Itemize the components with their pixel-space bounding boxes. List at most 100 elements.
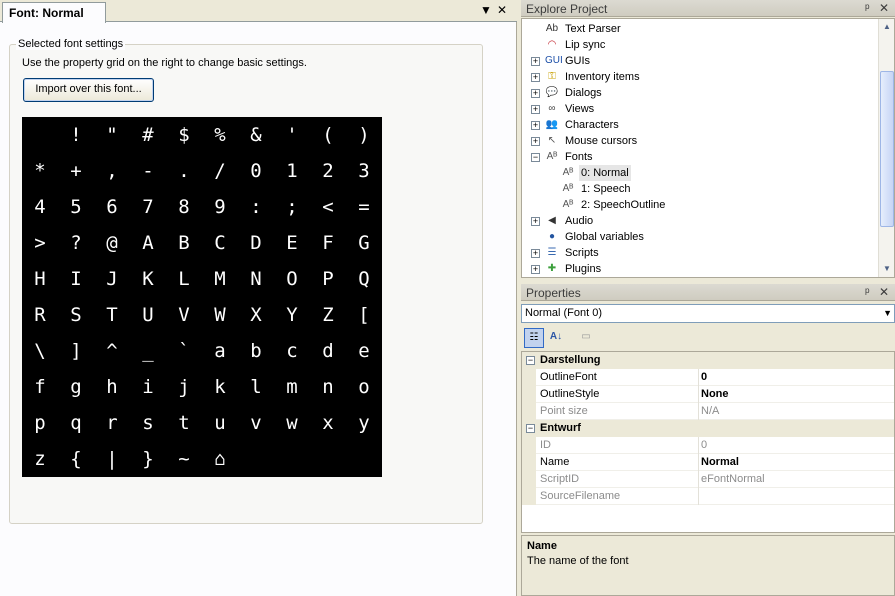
glyph-cell[interactable]: { xyxy=(58,441,94,477)
glyph-cell[interactable]: Z xyxy=(310,297,346,333)
glyph-cell[interactable]: W xyxy=(202,297,238,333)
glyph-cell[interactable]: 2 xyxy=(310,153,346,189)
tree-scrollbar[interactable]: ▲ ▼ xyxy=(878,19,894,277)
glyph-cell[interactable]: = xyxy=(346,189,382,225)
glyph-cell[interactable]: ? xyxy=(58,225,94,261)
glyph-cell[interactable]: p xyxy=(22,405,58,441)
tree-item[interactable]: + ☰ Scripts xyxy=(522,245,878,261)
glyph-cell[interactable]: ' xyxy=(274,117,310,153)
glyph-cell[interactable]: D xyxy=(238,225,274,261)
tree-item[interactable]: + ↖ Mouse cursors xyxy=(522,133,878,149)
glyph-cell[interactable]: c xyxy=(274,333,310,369)
tree-item[interactable]: Aᴮ 2: SpeechOutline xyxy=(522,197,878,213)
pin-icon[interactable]: ᵖ xyxy=(865,1,870,15)
tree-item[interactable]: ◠ Lip sync xyxy=(522,37,878,53)
glyph-cell[interactable]: H xyxy=(22,261,58,297)
alphabetical-sort-button[interactable]: A↓ xyxy=(546,328,566,348)
glyph-cell[interactable]: L xyxy=(166,261,202,297)
tab-close-icon[interactable]: ✕ xyxy=(497,4,507,16)
expand-icon[interactable]: + xyxy=(531,137,540,146)
category-entwurf[interactable]: − Entwurf xyxy=(522,420,894,437)
glyph-cell[interactable]: | xyxy=(94,441,130,477)
glyph-cell[interactable]: ; xyxy=(274,189,310,225)
object-selector-combo[interactable]: Normal (Font 0) ▼ xyxy=(521,304,895,323)
tree-item[interactable]: Aᴮ 0: Normal xyxy=(522,165,878,181)
tree-item[interactable]: + ◀ Audio xyxy=(522,213,878,229)
tree-item[interactable]: Ab Text Parser xyxy=(522,21,878,37)
expand-icon[interactable]: + xyxy=(531,105,540,114)
glyph-cell[interactable]: V xyxy=(166,297,202,333)
collapse-icon[interactable]: − xyxy=(526,356,535,365)
glyph-cell[interactable]: / xyxy=(202,153,238,189)
glyph-cell[interactable]: x xyxy=(310,405,346,441)
glyph-cell[interactable]: v xyxy=(238,405,274,441)
glyph-cell[interactable]: l xyxy=(238,369,274,405)
glyph-cell[interactable]: i xyxy=(130,369,166,405)
expand-icon[interactable]: + xyxy=(531,89,540,98)
glyph-cell[interactable]: 7 xyxy=(130,189,166,225)
glyph-cell[interactable]: 4 xyxy=(22,189,58,225)
glyph-cell[interactable]: [ xyxy=(346,297,382,333)
expand-icon[interactable]: + xyxy=(531,73,540,82)
glyph-cell[interactable]: \ xyxy=(22,333,58,369)
prop-value[interactable]: Normal xyxy=(701,454,739,471)
glyph-cell[interactable]: b xyxy=(238,333,274,369)
prop-row-id[interactable]: ID 0 xyxy=(522,437,894,454)
glyph-cell[interactable]: 1 xyxy=(274,153,310,189)
category-darstellung[interactable]: − Darstellung xyxy=(522,352,894,369)
tree-item[interactable]: + ∞ Views xyxy=(522,101,878,117)
glyph-cell[interactable]: K xyxy=(130,261,166,297)
tab-dropdown-icon[interactable]: ▼ xyxy=(480,4,492,16)
glyph-cell[interactable]: M xyxy=(202,261,238,297)
glyph-cell[interactable]: I xyxy=(58,261,94,297)
glyph-cell[interactable]: U xyxy=(130,297,166,333)
glyph-cell[interactable]: < xyxy=(310,189,346,225)
expand-icon[interactable]: + xyxy=(531,57,540,66)
glyph-cell[interactable]: P xyxy=(310,261,346,297)
glyph-cell[interactable]: R xyxy=(22,297,58,333)
glyph-cell[interactable]: w xyxy=(274,405,310,441)
glyph-cell[interactable]: * xyxy=(22,153,58,189)
property-pages-button[interactable]: ▭ xyxy=(576,328,596,348)
glyph-cell[interactable]: h xyxy=(94,369,130,405)
glyph-cell[interactable]: _ xyxy=(130,333,166,369)
tree-item[interactable]: ● Global variables xyxy=(522,229,878,245)
glyph-cell[interactable]: t xyxy=(166,405,202,441)
glyph-cell[interactable]: J xyxy=(94,261,130,297)
tree-item[interactable]: + GUI GUIs xyxy=(522,53,878,69)
glyph-cell[interactable]: S xyxy=(58,297,94,333)
glyph-cell[interactable]: # xyxy=(130,117,166,153)
tree-item[interactable]: Aᴮ 1: Speech xyxy=(522,181,878,197)
glyph-cell[interactable]: " xyxy=(94,117,130,153)
glyph-cell[interactable]: z xyxy=(22,441,58,477)
prop-value[interactable]: None xyxy=(701,386,729,403)
glyph-cell[interactable]: g xyxy=(58,369,94,405)
glyph-cell[interactable]: ~ xyxy=(166,441,202,477)
glyph-cell[interactable]: n xyxy=(310,369,346,405)
glyph-cell[interactable]: , xyxy=(94,153,130,189)
glyph-cell[interactable]: B xyxy=(166,225,202,261)
glyph-cell[interactable]: G xyxy=(346,225,382,261)
glyph-cell[interactable]: ⌂ xyxy=(202,441,238,477)
glyph-cell[interactable]: a xyxy=(202,333,238,369)
close-icon[interactable]: ✕ xyxy=(879,1,889,15)
glyph-cell[interactable]: ) xyxy=(346,117,382,153)
expand-icon[interactable]: + xyxy=(531,217,540,226)
glyph-cell[interactable]: 8 xyxy=(166,189,202,225)
prop-row-outlinefont[interactable]: OutlineFont 0 xyxy=(522,369,894,386)
prop-value[interactable]: 0 xyxy=(701,369,707,386)
glyph-cell[interactable]: 5 xyxy=(58,189,94,225)
glyph-cell[interactable]: % xyxy=(202,117,238,153)
glyph-cell[interactable]: e xyxy=(346,333,382,369)
glyph-cell[interactable]: + xyxy=(58,153,94,189)
glyph-cell[interactable]: m xyxy=(274,369,310,405)
scroll-up-icon[interactable]: ▲ xyxy=(879,19,895,35)
glyph-cell[interactable]: . xyxy=(166,153,202,189)
glyph-cell[interactable]: ! xyxy=(58,117,94,153)
glyph-cell[interactable]: N xyxy=(238,261,274,297)
glyph-cell[interactable]: F xyxy=(310,225,346,261)
glyph-cell[interactable]: 9 xyxy=(202,189,238,225)
glyph-cell[interactable]: O xyxy=(274,261,310,297)
glyph-cell[interactable]: C xyxy=(202,225,238,261)
pin-icon[interactable]: ᵖ xyxy=(865,285,870,299)
